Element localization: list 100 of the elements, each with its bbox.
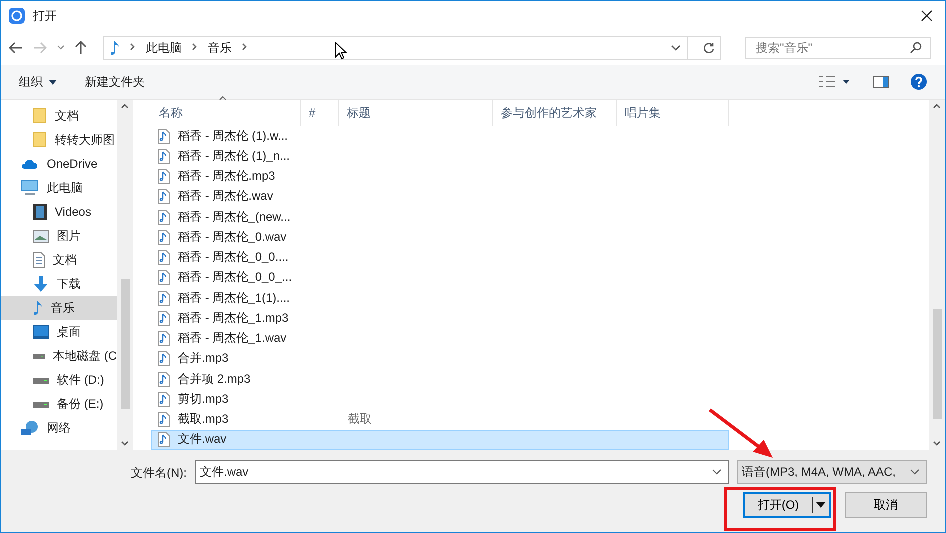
desktop-icon	[33, 325, 49, 339]
audio-file-icon	[158, 310, 170, 326]
breadcrumb[interactable]: 音乐	[208, 40, 232, 56]
file-name: 稻香 - 周杰伦_0.wav	[178, 228, 287, 246]
file-row[interactable]: 稻香 - 周杰伦_(new...	[151, 207, 729, 228]
sidebar-item[interactable]: Videos	[1, 200, 117, 224]
sidebar-item[interactable]: 文档	[1, 104, 117, 128]
column-header[interactable]: 标题	[339, 100, 493, 126]
file-name: 稻香 - 周杰伦.wav	[178, 188, 274, 206]
sidebar-item[interactable]: 桌面	[1, 320, 117, 344]
filename-label: 文件名(N):	[131, 464, 187, 482]
file-row[interactable]: 稻香 - 周杰伦_1.wav	[151, 328, 729, 349]
file-row[interactable]: 稻香 - 周杰伦.mp3	[151, 166, 729, 187]
file-name: 稻香 - 周杰伦_0_0....	[178, 249, 289, 266]
scroll-down-icon[interactable]	[933, 441, 941, 446]
drive-icon	[33, 399, 49, 409]
file-row[interactable]: 稻香 - 周杰伦_0.wav	[151, 227, 729, 248]
caret-icon[interactable]	[816, 502, 826, 508]
column-header[interactable]: #	[301, 100, 339, 126]
sidebar-item[interactable]: 转转大师图	[1, 128, 117, 152]
sidebar-item[interactable]: 文档	[1, 248, 117, 272]
file-row[interactable]: 稻香 - 周杰伦_0_0....	[151, 248, 729, 268]
chevron-down-icon[interactable]	[712, 469, 722, 475]
column-header[interactable]: 名称	[151, 100, 301, 126]
audio-file-icon	[158, 351, 170, 366]
audio-file-icon	[158, 169, 170, 184]
document-icon	[33, 252, 45, 268]
file-row[interactable]: 合并.mp3	[151, 348, 729, 369]
scroll-thumb[interactable]	[932, 309, 942, 419]
file-name: 稻香 - 周杰伦_(new...	[178, 208, 291, 226]
scroll-down-icon[interactable]	[121, 441, 129, 446]
chevron-down-icon[interactable]	[57, 45, 65, 51]
audio-file-icon	[158, 432, 170, 448]
file-row[interactable]: 截取.mp3 截取	[151, 410, 729, 430]
file-row[interactable]: 剪切.mp3	[151, 389, 729, 410]
sidebar-item[interactable]: 网络	[1, 416, 117, 440]
sidebar-item[interactable]: 图片	[1, 224, 117, 248]
filename-field[interactable]: 文件.wav	[195, 460, 729, 484]
file-name: 文件.wav	[178, 431, 227, 448]
view-options-icon[interactable]	[819, 76, 851, 88]
file-name: 稻香 - 周杰伦_1.wav	[178, 330, 287, 348]
folder-icon	[33, 132, 47, 148]
picture-icon	[33, 230, 49, 242]
cancel-button[interactable]: 取消	[845, 492, 927, 518]
search-field[interactable]: 搜索"音乐"	[745, 37, 931, 59]
sidebar-item[interactable]: 软件 (D:)	[1, 368, 117, 392]
open-button[interactable]: 打开(O)	[743, 492, 831, 518]
audio-file-icon	[158, 128, 170, 144]
file-row[interactable]: 合并项 2.mp3	[151, 369, 729, 390]
audio-file-icon	[158, 392, 170, 407]
sidebar-item[interactable]: 本地磁盘 (C	[1, 344, 117, 368]
file-name: 稻香 - 周杰伦.mp3	[178, 168, 276, 186]
audio-file-icon	[158, 270, 170, 286]
preview-pane-icon[interactable]	[873, 76, 889, 88]
file-name: 稻香 - 周杰伦 (1)_n...	[178, 148, 290, 165]
file-name: 合并.mp3	[178, 350, 229, 368]
file-row[interactable]: 稻香 - 周杰伦_1(1)....	[151, 288, 729, 308]
scroll-thumb[interactable]	[120, 279, 130, 409]
sidebar-item[interactable]: 下载	[1, 272, 117, 296]
music-note-icon	[33, 300, 43, 316]
file-name: 截取.mp3	[178, 411, 229, 428]
file-type-dropdown[interactable]: 语音(MP3, M4A, WMA, AAC,	[737, 460, 927, 484]
breadcrumb[interactable]: 此电脑	[146, 40, 182, 56]
network-icon	[21, 421, 39, 435]
folder-icon	[33, 108, 47, 124]
help-icon[interactable]	[911, 74, 927, 90]
mouse-pointer-icon	[335, 42, 347, 60]
address-bar[interactable]: 此电脑 音乐	[103, 36, 721, 60]
film-icon	[33, 204, 47, 220]
new-folder-button[interactable]: 新建文件夹	[85, 74, 145, 90]
audio-file-icon	[158, 290, 170, 306]
file-row[interactable]: 稻香 - 周杰伦_0_0_...	[151, 268, 729, 288]
up-arrow-icon[interactable]	[75, 41, 87, 55]
scrollbar[interactable]	[117, 100, 133, 450]
annotation-arrow	[708, 408, 773, 458]
chevron-down-icon[interactable]	[910, 469, 920, 475]
audio-file-icon	[158, 210, 170, 225]
audio-file-icon	[158, 250, 170, 266]
file-row[interactable]: 稻香 - 周杰伦 (1)_n...	[151, 146, 729, 166]
sidebar-item[interactable]: 此电脑	[1, 176, 117, 200]
column-header[interactable]: 参与创作的艺术家	[493, 100, 617, 126]
sidebar-item[interactable]: 音乐	[1, 296, 117, 320]
scroll-up-icon[interactable]	[121, 104, 129, 109]
scrollbar[interactable]	[929, 100, 945, 450]
sidebar-item[interactable]: 备份 (E:)	[1, 392, 117, 416]
scroll-up-icon[interactable]	[933, 104, 941, 109]
file-row[interactable]: 稻香 - 周杰伦.wav	[151, 186, 729, 207]
file-row[interactable]: 文件.wav	[151, 430, 729, 450]
audio-file-icon	[158, 189, 170, 204]
file-name: 剪切.mp3	[178, 390, 229, 408]
sidebar-item[interactable]: OneDrive	[1, 152, 117, 176]
file-row[interactable]: 稻香 - 周杰伦 (1).w...	[151, 126, 729, 146]
organize-menu[interactable]: 组织	[19, 74, 57, 90]
cloud-icon	[21, 158, 39, 170]
back-arrow-icon[interactable]	[9, 42, 23, 54]
column-header[interactable]: 唱片集	[617, 100, 729, 126]
audio-file-icon	[158, 230, 170, 245]
file-row[interactable]: 稻香 - 周杰伦_1.mp3	[151, 308, 729, 328]
audio-file-icon	[158, 372, 170, 387]
file-name: 稻香 - 周杰伦 (1).w...	[178, 128, 288, 145]
